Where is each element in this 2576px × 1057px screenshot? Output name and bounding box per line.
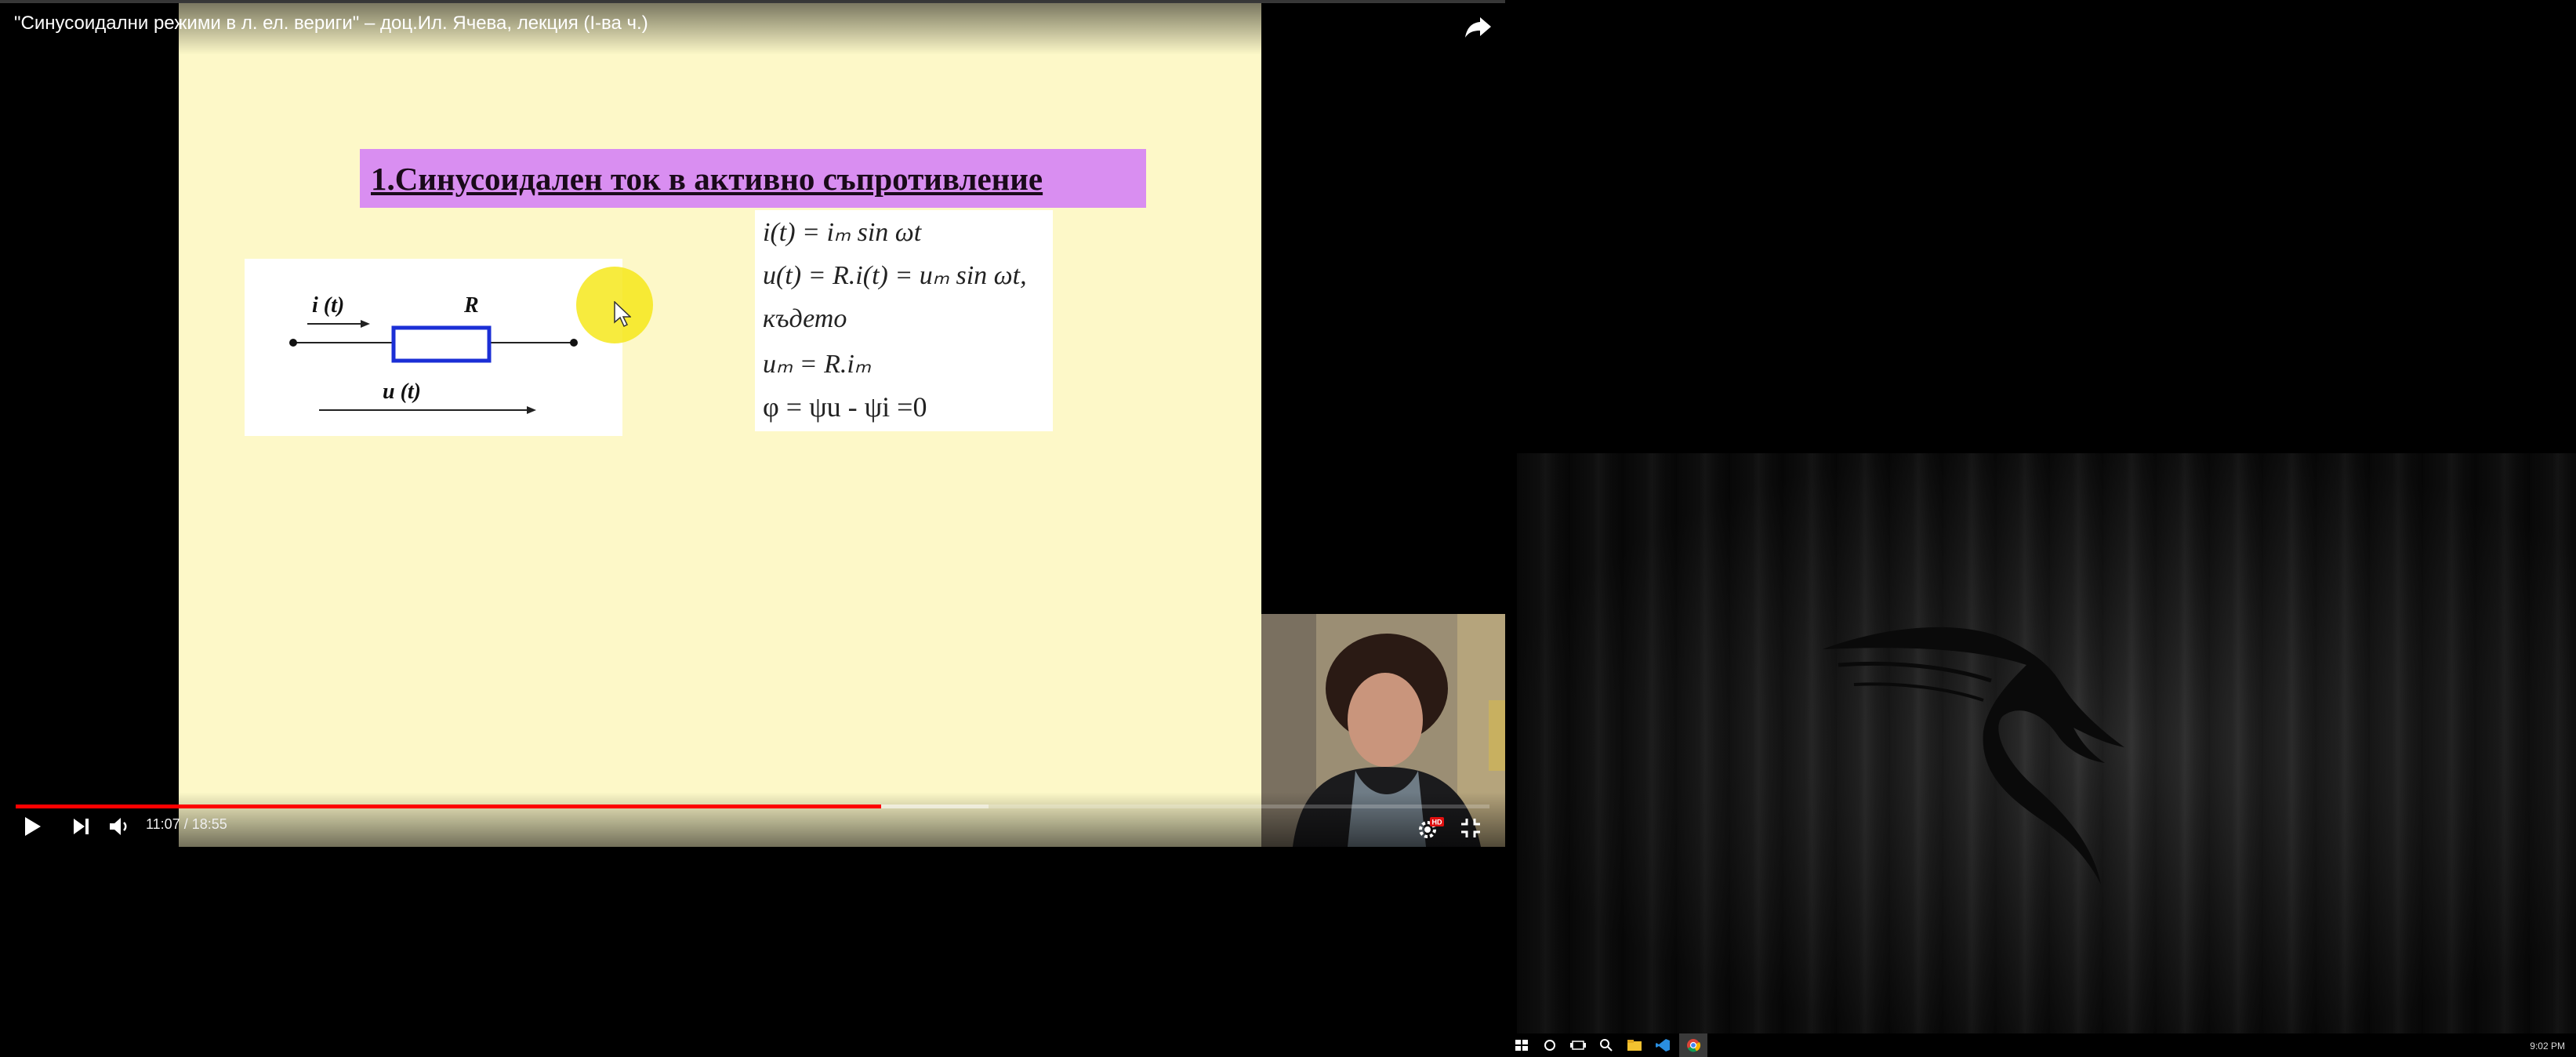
video-title[interactable]: "Синусоидални режими в л. ел. вериги" – … [14,13,648,35]
formula-current: i(t) = iₘ sin ωt [763,218,922,247]
vscode-icon[interactable] [1654,1037,1671,1053]
resistor-circuit-drawing: i (t) R u (t) [289,293,578,414]
task-view-icon[interactable] [1569,1037,1587,1053]
chrome-icon[interactable] [1685,1037,1702,1053]
settings-gear-icon[interactable]: HD [1416,815,1444,841]
lecture-slide: 1.Синусоидален ток в активно съпротивлен… [179,0,1261,847]
play-icon[interactable] [17,812,45,841]
taskbar-clock[interactable]: 9:02 PM [2530,1041,2565,1052]
windows-start-icon[interactable] [1513,1037,1530,1053]
slide-title: 1.Синусоидален ток в активно съпротивлен… [371,161,1043,197]
taskbar: 9:02 PM [1508,1033,2576,1057]
formula-voltage: u(t) = R.i(t) = uₘ sin ωt, [763,261,1027,290]
formula-where: където [763,304,847,333]
exit-fullscreen-icon[interactable] [1458,815,1483,841]
hd-badge: HD [1432,819,1442,826]
file-explorer-icon[interactable] [1626,1037,1643,1053]
mouse-pointer-icon [614,301,631,328]
desktop-wallpaper [1517,453,2576,1034]
share-icon[interactable] [1463,11,1494,42]
progress-played [16,805,881,808]
kali-dragon-logo [1823,627,2124,884]
formula-block: i(t) = iₘ sin ωt u(t) = R.i(t) = uₘ sin … [755,210,1053,431]
slide-title-box: 1.Синусоидален ток в активно съпротивлен… [360,149,1146,208]
time-display: 11:07 / 18:55 [146,816,227,832]
volume-icon[interactable] [105,814,133,839]
formula-amplitude: uₘ = R.iₘ [763,350,872,379]
resistor-label: R [463,293,479,318]
video-player[interactable]: 1.Синусоидален ток в активно съпротивлен… [0,0,1505,847]
progress-bar[interactable] [16,805,1489,808]
circuit-diagram: i (t) R u (t) [245,259,622,436]
next-video-icon[interactable] [67,814,94,839]
search-icon[interactable] [1598,1037,1615,1053]
player-top-bar: "Синусоидални режими в л. ел. вериги" – … [0,0,1505,55]
resistor-symbol [391,325,492,363]
voltage-label: u (t) [383,380,421,404]
formula-phase: φ = ψu - ψi =0 [763,391,927,423]
cortana-icon[interactable] [1541,1037,1558,1053]
current-label: i (t) [312,293,344,318]
